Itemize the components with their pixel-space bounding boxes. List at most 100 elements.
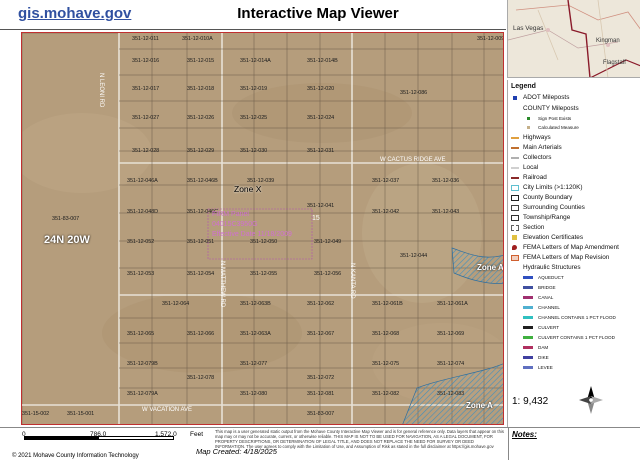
parcel-label[interactable]: 351-12-043 — [432, 209, 459, 215]
legend-item: CHANNEL CONTAINS 1 PCT FLOOD — [508, 313, 640, 323]
parcel-label[interactable]: 351-12-065 — [127, 331, 154, 337]
parcel-label[interactable]: 351-12-041 — [307, 203, 334, 209]
parcel-label[interactable]: 351-12-080 — [240, 391, 267, 397]
site-logo-link[interactable]: gis.mohave.gov — [18, 5, 131, 22]
parcel-label[interactable]: 351-12-046B — [187, 178, 218, 184]
green-dot-icon — [527, 117, 530, 120]
road-label: W VACATION AVE — [142, 407, 193, 413]
scale-ratio: 1: 9,432 — [512, 396, 549, 407]
parcel-label[interactable]: 351-12-072 — [307, 375, 334, 381]
aqueduct-line-icon — [523, 276, 533, 279]
firm-panel-number: 04015C3950G — [212, 221, 258, 228]
elevation-certificate-icon — [512, 235, 517, 240]
parcel-label[interactable]: 351-12-050 — [250, 239, 277, 245]
legend-item: Section — [508, 223, 640, 233]
parcel-label[interactable]: 351-12-024 — [307, 115, 334, 121]
parcel-label[interactable]: 351-12-083 — [437, 391, 464, 397]
legend-item: Township/Range — [508, 213, 640, 223]
parcel-label[interactable]: 351-12-030 — [240, 148, 267, 154]
parcel-label[interactable]: 351-12-031 — [307, 148, 334, 154]
culvert-line-icon — [523, 326, 533, 329]
township-label: 24N 20W — [44, 234, 90, 246]
parcel-label[interactable]: 351-12-014A — [240, 58, 271, 64]
parcel-label[interactable]: 351-12-061A — [437, 301, 468, 307]
overview-map[interactable]: Las Vegas Kingman Flagstaff — [507, 0, 640, 78]
parcel-label[interactable]: 351-12-027 — [132, 115, 159, 121]
overview-city-label: Kingman — [596, 38, 620, 44]
parcel-label[interactable]: 351-12-011 — [132, 36, 159, 42]
parcel-label[interactable]: 351-12-029 — [187, 148, 214, 154]
parcel-label[interactable]: 351-12-055 — [250, 271, 277, 277]
road-label: W CACTUS RIDGE AVE — [380, 157, 446, 163]
parcel-label[interactable]: 351-12-016 — [132, 58, 159, 64]
legend-item: DIKE — [508, 353, 640, 363]
arterial-line-icon — [511, 147, 519, 149]
zone-a-label: Zone A — [477, 263, 504, 272]
map-canvas[interactable]: 351-12-011 351-12-010A 351-12-009 351-12… — [21, 32, 504, 425]
notes-box: Notes: — [508, 428, 640, 460]
legend-item: FEMA Letters of Map Amendment — [508, 243, 640, 253]
legend-item: County Boundary — [508, 193, 640, 203]
parcel-label[interactable]: 351-12-053 — [127, 271, 154, 277]
legend-item: Surrounding Counties — [508, 203, 640, 213]
parcel-label[interactable]: 351-12-009 — [477, 36, 503, 42]
parcel-label[interactable]: 351-12-082 — [372, 391, 399, 397]
parcel-label[interactable]: 351-12-036 — [432, 178, 459, 184]
parcel-label[interactable]: 351-12-019 — [240, 86, 267, 92]
parcel-label[interactable]: 351-12-054 — [187, 271, 214, 277]
parcel-label[interactable]: 351-12-081 — [307, 391, 334, 397]
parcel-label[interactable]: 351-12-017 — [132, 86, 159, 92]
parcel-label[interactable]: 351-12-051 — [187, 239, 214, 245]
parcel-label[interactable]: 351-12-078 — [187, 375, 214, 381]
parcel-label[interactable]: 351-12-018 — [187, 86, 214, 92]
parcel-label[interactable]: 351-12-052 — [127, 239, 154, 245]
legend-item: FEMA Letters of Map Revision — [508, 253, 640, 263]
parcel-label[interactable]: 351-12-086 — [400, 90, 427, 96]
parcel-label[interactable]: 351-12-074 — [437, 361, 464, 367]
parcel-label[interactable]: 351-83-007 — [307, 411, 334, 417]
overview-graphics — [508, 0, 640, 77]
parcel-label[interactable]: 351-12-063B — [240, 301, 271, 307]
legend-item: COUNTY Mileposts — [523, 105, 579, 112]
legend-item: Local — [508, 163, 640, 173]
parcel-label[interactable]: 351-12-046A — [127, 178, 158, 184]
parcel-label[interactable]: 351-12-061B — [372, 301, 403, 307]
parcel-label[interactable]: 351-12-066 — [187, 331, 214, 337]
parcel-label[interactable]: 351-12-064 — [162, 301, 189, 307]
parcel-label[interactable]: 351-12-037 — [372, 178, 399, 184]
parcel-label[interactable]: 351-12-062 — [307, 301, 334, 307]
parcel-label[interactable]: 351-12-068 — [372, 331, 399, 337]
page-title: Interactive Map Viewer — [237, 5, 399, 22]
parcel-label[interactable]: 351-12-042 — [372, 209, 399, 215]
parcel-label[interactable]: 351-12-069 — [437, 331, 464, 337]
loma-marker-icon — [512, 245, 517, 250]
parcel-label[interactable]: 351-12-025 — [240, 115, 267, 121]
legend-item: LEVEE — [508, 363, 640, 373]
parcel-label[interactable]: 351-12-044 — [400, 253, 427, 259]
parcel-label[interactable]: 351-15-002 — [22, 411, 49, 417]
legend-item: Calculated Measure — [508, 123, 640, 133]
surrounding-counties-box-icon — [511, 205, 519, 211]
levee-line-icon — [523, 366, 533, 369]
parcel-label[interactable]: 351-12-075 — [372, 361, 399, 367]
parcel-label[interactable]: 351-12-077 — [240, 361, 267, 367]
parcel-label[interactable]: 351-15-001 — [67, 411, 94, 417]
parcel-label[interactable]: 351-12-010A — [182, 36, 213, 42]
parcel-label[interactable]: 351-83-007 — [52, 216, 79, 222]
parcel-label[interactable]: 351-12-026 — [187, 115, 214, 121]
parcel-label[interactable]: 351-12-079A — [127, 391, 158, 397]
parcel-label[interactable]: 351-12-020 — [307, 86, 334, 92]
parcel-label[interactable]: 351-12-067 — [307, 331, 334, 337]
page-header: gis.mohave.gov Interactive Map Viewer — [0, 0, 506, 30]
bridge-line-icon — [523, 286, 533, 289]
lomr-box-icon — [511, 255, 519, 261]
parcel-label[interactable]: 351-12-049 — [314, 239, 341, 245]
parcel-label[interactable]: 351-12-014B — [307, 58, 338, 64]
parcel-label[interactable]: 351-12-048D — [127, 209, 158, 215]
parcel-label[interactable]: 351-12-063A — [240, 331, 271, 337]
section-number: 15 — [312, 215, 320, 222]
parcel-label[interactable]: 351-12-015 — [187, 58, 214, 64]
parcel-label[interactable]: 351-12-079B — [127, 361, 158, 367]
parcel-label[interactable]: 351-12-056 — [314, 271, 341, 277]
parcel-label[interactable]: 351-12-028 — [132, 148, 159, 154]
